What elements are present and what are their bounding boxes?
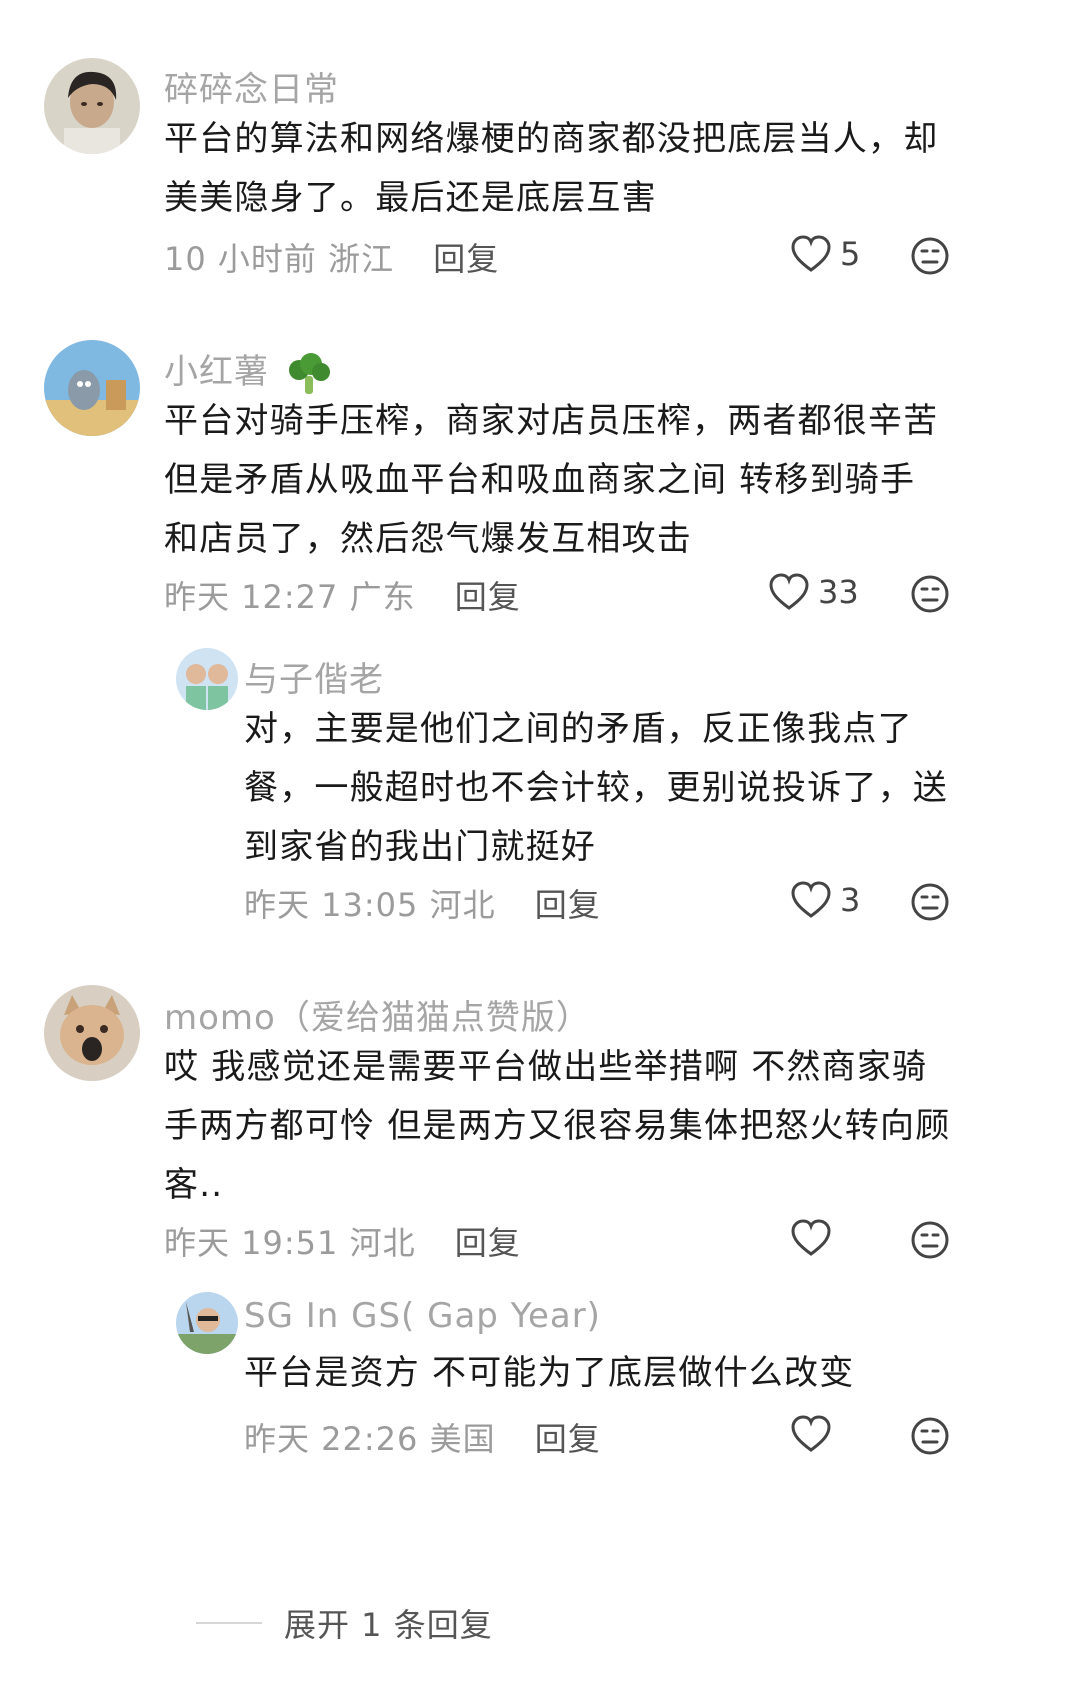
timestamp: 昨天 12:27: [164, 578, 339, 616]
reply-button[interactable]: 回复: [535, 886, 601, 924]
comment-meta: 昨天 22:26 美国 回复: [244, 1414, 601, 1460]
timestamp: 昨天 22:26: [244, 1420, 419, 1458]
username[interactable]: 碎碎念日常: [164, 62, 339, 111]
timestamp: 10 小时前: [164, 240, 317, 278]
reply-button[interactable]: 回复: [433, 240, 499, 278]
location: 河北: [429, 886, 496, 924]
avatar[interactable]: [44, 58, 140, 154]
like-button[interactable]: 33: [768, 572, 859, 612]
comment-text: 对，主要是他们之间的矛盾，反正像我点了餐，一般超时也不会计较，更别说投诉了，送到…: [244, 709, 948, 867]
comment-meta: 昨天 19:51 河北 回复: [164, 1218, 521, 1264]
like-count: 33: [818, 573, 859, 611]
comment-text: 平台的算法和网络爆梗的商家都没把底层当人，却美美隐身了。最后还是底层互害: [164, 119, 939, 218]
timestamp: 昨天 13:05: [244, 886, 419, 924]
heart-icon: [791, 1415, 831, 1452]
timestamp: 昨天 19:51: [164, 1224, 339, 1262]
expand-replies-button[interactable]: 展开 1 条回复: [196, 1600, 493, 1646]
like-count: 5: [840, 235, 861, 273]
comment-text: 平台是资方 不可能为了底层做什么改变: [244, 1353, 855, 1393]
like-button[interactable]: 5: [790, 234, 860, 274]
username[interactable]: 与子偕老: [244, 652, 384, 701]
comment-meta: 昨天 12:27 广东 回复: [164, 572, 521, 618]
comment-text: 哎 我感觉还是需要平台做出些举措啊 不然商家骑手两方都可怜 但是两方又很容易集体…: [164, 1047, 951, 1205]
expand-replies-label: 展开 1 条回复: [284, 1606, 493, 1644]
avatar[interactable]: [176, 648, 238, 710]
reply-button[interactable]: 回复: [455, 1224, 521, 1262]
username[interactable]: SG In GS( Gap Year): [244, 1296, 601, 1336]
neutral-face-icon[interactable]: [910, 1416, 950, 1456]
like-button[interactable]: [790, 1218, 832, 1258]
like-button[interactable]: [790, 1414, 832, 1454]
like-count: 3: [840, 881, 861, 919]
username[interactable]: momo（爱给猫猫点赞版）: [164, 990, 591, 1039]
avatar[interactable]: [176, 1292, 238, 1354]
location: 广东: [349, 578, 416, 616]
location: 美国: [429, 1420, 496, 1458]
neutral-face-icon[interactable]: [910, 236, 950, 276]
heart-icon: [769, 573, 809, 610]
comment-meta: 昨天 13:05 河北 回复: [244, 880, 601, 926]
broccoli-emoji-icon: [288, 352, 330, 394]
comment-text: 平台对骑手压榨，商家对店员压榨，两者都很辛苦但是矛盾从吸血平台和吸血商家之间 转…: [164, 401, 939, 559]
location: 浙江: [328, 240, 395, 278]
reply-button[interactable]: 回复: [455, 578, 521, 616]
neutral-face-icon[interactable]: [910, 574, 950, 614]
neutral-face-icon[interactable]: [910, 1220, 950, 1260]
divider-line: [196, 1622, 262, 1624]
neutral-face-icon[interactable]: [910, 882, 950, 922]
reply-button[interactable]: 回复: [535, 1420, 601, 1458]
username[interactable]: 小红薯: [164, 344, 333, 396]
like-button[interactable]: 3: [790, 880, 860, 920]
heart-icon: [791, 235, 831, 272]
heart-icon: [791, 1219, 831, 1256]
comment-meta: 10 小时前 浙江 回复: [164, 234, 499, 280]
avatar[interactable]: [44, 985, 140, 1081]
heart-icon: [791, 881, 831, 918]
avatar[interactable]: [44, 340, 140, 436]
location: 河北: [349, 1224, 416, 1262]
